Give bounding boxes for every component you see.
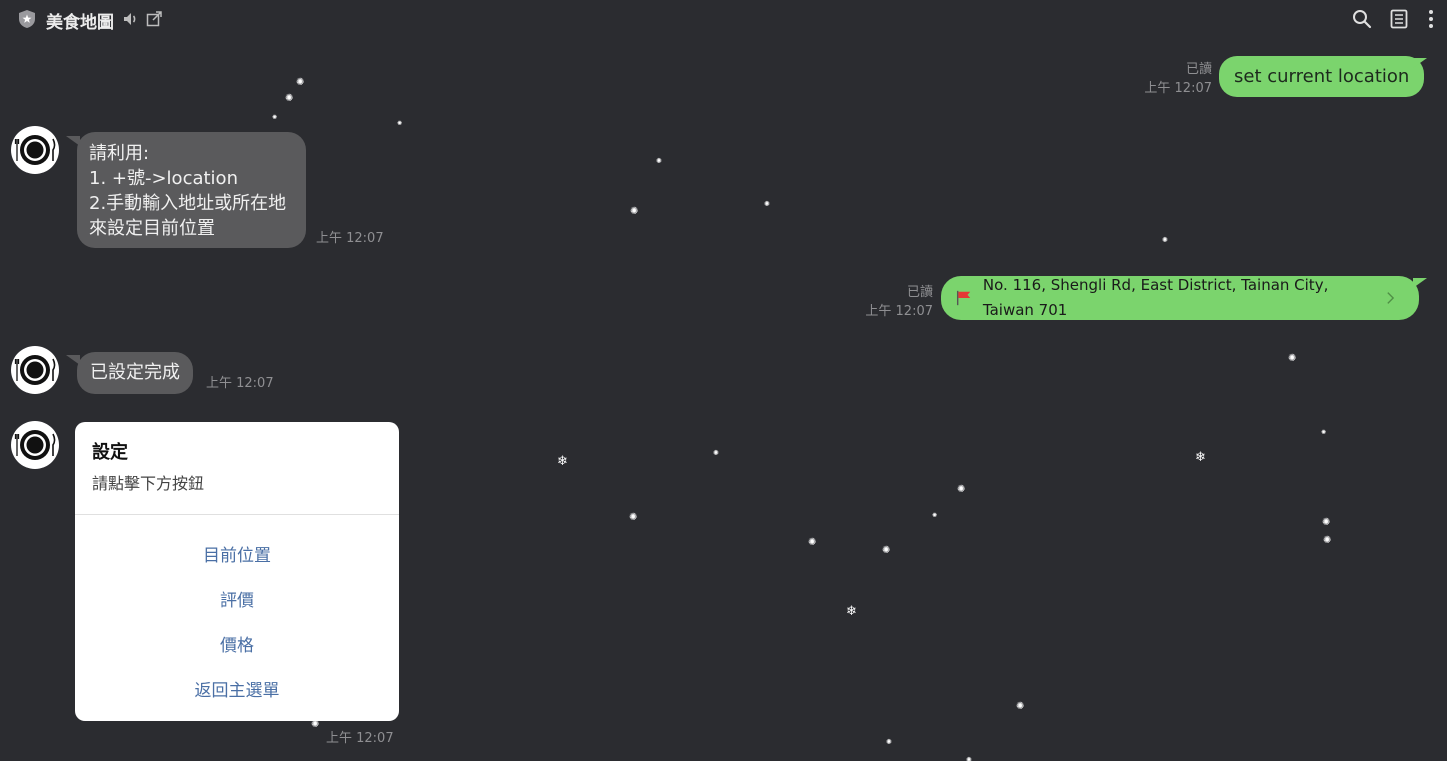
location-message-bubble[interactable]: No. 116, Shengli Rd, East District, Tain… [941, 276, 1419, 320]
chat-window: 美食地圖 ✺ ✺ ✺ ✺ ✺ ✺ ✺ ✺ ✺ ✺ ❄ ✺ ❄ ✺ ✺ ✺ ✺ ✺… [0, 0, 1447, 761]
message-line: 來設定目前位置 [89, 218, 215, 239]
timestamp: 上午 12:07 [206, 376, 274, 391]
bubble-tail [1413, 278, 1427, 288]
notes-icon[interactable] [1389, 9, 1409, 29]
chevron-right-icon [1387, 292, 1395, 304]
more-icon[interactable] [1422, 8, 1440, 30]
snowflake-icon: ✺ [1288, 353, 1297, 364]
card-title: 設定 [92, 442, 128, 463]
location-address: No. 116, Shengli Rd, East District, Tain… [982, 276, 1329, 319]
snowflake-icon: ✺ [957, 484, 966, 495]
flag-icon [956, 290, 971, 306]
card-button-price[interactable]: 價格 [75, 631, 399, 656]
timestamp: 上午 12:07 [326, 731, 394, 746]
avatar[interactable] [11, 421, 59, 469]
message-line: 請利用: [89, 143, 150, 164]
plate-icon [14, 430, 56, 460]
snowflake-icon: ✺ [1322, 517, 1331, 528]
card-button-main-menu[interactable]: 返回主選單 [75, 676, 399, 701]
message-line: 2.手動輸入地址或所在地 [89, 193, 287, 214]
chat-title[interactable]: 美食地圖 [46, 8, 114, 33]
snowflake-icon: ✺ [966, 756, 972, 761]
snowflake-icon: ✺ [285, 93, 294, 104]
speaker-icon[interactable] [122, 10, 140, 28]
plate-icon [14, 355, 56, 385]
snowflake-icon: ✺ [311, 719, 320, 730]
snowflake-icon: ✺ [629, 512, 638, 523]
snowflake-icon: ✺ [296, 77, 305, 88]
snowflake-icon: ✺ [886, 738, 892, 746]
popout-icon[interactable] [146, 10, 163, 27]
snowflake-icon: ✺ [1162, 236, 1168, 244]
snowflake-icon: ✺ [764, 200, 770, 208]
bot-message-bubble[interactable]: 已設定完成 [77, 352, 193, 394]
snowflake-icon: ❄ [557, 454, 568, 469]
bot-message-bubble[interactable]: 請利用: 1. +號->location 2.手動輸入地址或所在地 來設定目前位… [77, 132, 306, 248]
avatar[interactable] [11, 126, 59, 174]
snowflake-icon: ✺ [1016, 701, 1025, 712]
read-receipt: 已讀 [906, 285, 933, 300]
snowflake-icon: ✺ [932, 512, 938, 519]
card-button-current-location[interactable]: 目前位置 [75, 541, 399, 566]
snowflake-icon: ✺ [272, 114, 278, 121]
snowflake-icon: ❄ [846, 604, 857, 619]
shield-icon [19, 10, 35, 28]
bubble-tail [1413, 58, 1427, 68]
card-button-rating[interactable]: 評價 [75, 586, 399, 611]
message-text: set current location [1234, 66, 1410, 87]
timestamp: 上午 12:07 [865, 304, 933, 319]
snowflake-icon: ✺ [882, 545, 891, 556]
snowflake-icon: ✺ [397, 120, 403, 127]
card-subtitle: 請點擊下方按鈕 [92, 474, 205, 493]
message-line: 1. +號->location [89, 168, 238, 189]
message-meta: 已讀 上午 12:07 [830, 283, 933, 321]
template-card: 設定 請點擊下方按鈕 目前位置 評價 價格 返回主選單 [75, 422, 399, 721]
read-receipt: 已讀 [1185, 62, 1212, 77]
snowflake-icon: ✺ [630, 206, 639, 217]
card-divider [75, 514, 399, 515]
snowflake-icon: ✺ [656, 157, 662, 165]
snowflake-icon: ❄ [1195, 450, 1206, 465]
snowflake-icon: ✺ [713, 449, 719, 457]
user-message-bubble[interactable]: set current location [1219, 56, 1425, 97]
timestamp: 上午 12:07 [1144, 81, 1212, 96]
plate-icon [14, 135, 56, 165]
timestamp: 上午 12:07 [316, 231, 384, 246]
snowflake-icon: ✺ [1323, 535, 1332, 546]
avatar[interactable] [11, 346, 59, 394]
snowflake-icon: ✺ [1321, 429, 1327, 436]
search-icon[interactable] [1352, 9, 1372, 29]
snowflake-icon: ✺ [808, 537, 817, 548]
message-meta: 已讀 上午 12:07 [1110, 60, 1212, 98]
message-text: 已設定完成 [90, 362, 180, 383]
